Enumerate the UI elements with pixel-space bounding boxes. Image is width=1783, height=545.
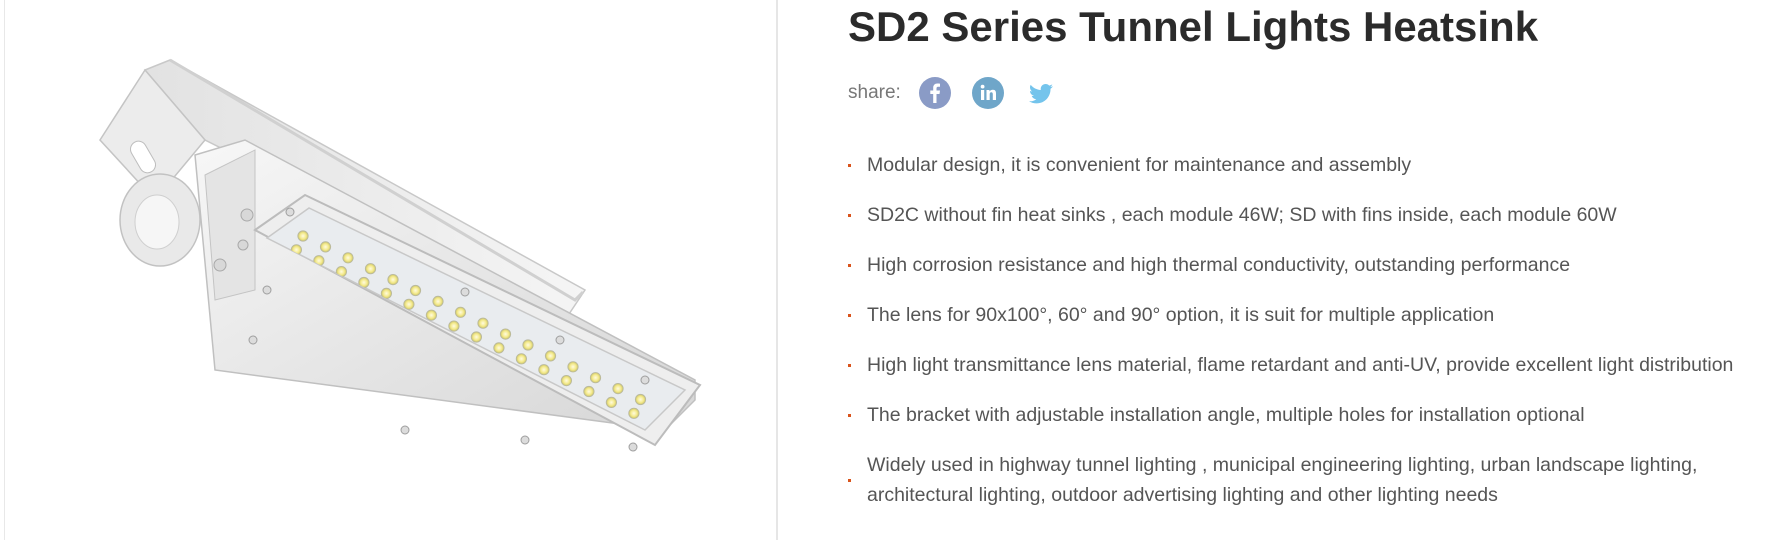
- led-chip: [448, 320, 460, 332]
- product-image-panel: [5, 0, 775, 540]
- led-chip: [425, 309, 437, 321]
- twitter-icon: [1025, 77, 1057, 109]
- bullet-icon: [848, 479, 851, 482]
- feature-text: The bracket with adjustable installation…: [867, 404, 1585, 426]
- share-bar: share:: [848, 76, 1078, 110]
- led-chip: [470, 331, 482, 343]
- led-chip: [342, 252, 354, 264]
- led-chip: [432, 295, 444, 307]
- feature-text: High light transmittance lens material, …: [867, 354, 1734, 376]
- led-chip: [609, 450, 619, 460]
- feature-item: SD2C without fin heat sinks , each modul…: [848, 200, 1778, 230]
- feature-text: SD2C without fin heat sinks , each modul…: [867, 204, 1617, 226]
- led-chip: [515, 353, 528, 365]
- product-image[interactable]: [5, 0, 775, 540]
- led-chip: [319, 241, 332, 253]
- led-chip: [511, 419, 524, 430]
- led-chip: [297, 230, 309, 242]
- led-chip: [557, 442, 567, 452]
- led-chip: [567, 361, 579, 373]
- led-chip: [535, 431, 545, 441]
- led-chip: [540, 416, 553, 428]
- led-chip: [477, 317, 489, 329]
- twitter-share-button[interactable]: [1025, 77, 1057, 109]
- product-title: SD2 Series Tunnel Lights Heatsink: [848, 3, 1539, 50]
- feature-list: Modular design, it is convenient for mai…: [848, 150, 1778, 530]
- led-chip: [602, 463, 612, 473]
- led-chip: [538, 364, 550, 376]
- led-chip: [583, 385, 595, 398]
- feature-item: High light transmittance lens material, …: [848, 350, 1778, 380]
- bullet-icon: [848, 414, 851, 417]
- feature-item: Widely used in highway tunnel lighting ,…: [848, 450, 1778, 510]
- linkedin-icon: [972, 77, 1004, 109]
- led-chip: [605, 396, 618, 408]
- led-chip: [634, 393, 647, 406]
- bullet-icon: [848, 214, 851, 217]
- linkedin-share-button[interactable]: [971, 77, 1004, 109]
- led-chip: [409, 284, 422, 297]
- led-chip: [628, 407, 640, 419]
- led-chip: [387, 273, 399, 286]
- feature-text: High corrosion resistance and high therm…: [867, 254, 1571, 276]
- bullet-icon: [848, 314, 851, 317]
- facebook-share-button[interactable]: [918, 77, 951, 109]
- led-chip: [499, 328, 512, 340]
- feature-item: High corrosion resistance and high therm…: [848, 250, 1778, 280]
- bullet-icon: [848, 364, 851, 367]
- led-chip: [612, 382, 624, 395]
- led-chip: [522, 339, 534, 351]
- led-chip: [493, 342, 505, 354]
- led-chip: [489, 408, 501, 420]
- feature-text: The lens for 90x100°, 60° and 90° option…: [867, 304, 1495, 326]
- bullet-icon: [848, 264, 851, 267]
- bullet-icon: [848, 164, 851, 167]
- led-chip: [586, 439, 596, 449]
- led-chip: [589, 372, 602, 384]
- feature-text: Widely used in highway tunnel lighting ,…: [867, 454, 1698, 506]
- led-chip: [454, 306, 467, 318]
- led-chip: [563, 427, 575, 430]
- led-chip: [616, 436, 626, 446]
- share-label: share:: [848, 82, 901, 103]
- facebook-icon: [919, 77, 951, 109]
- feature-item: The bracket with adjustable installation…: [848, 400, 1778, 430]
- feature-item: The lens for 90x100°, 60° and 90° option…: [848, 300, 1778, 330]
- vertical-divider: [776, 0, 778, 540]
- led-chip: [560, 374, 573, 387]
- led-chip: [592, 424, 604, 430]
- feature-text: Modular design, it is convenient for mai…: [867, 154, 1412, 176]
- led-chip: [544, 350, 557, 362]
- led-chip: [364, 263, 377, 275]
- led-chip: [403, 298, 415, 310]
- feature-item: Modular design, it is convenient for mai…: [848, 150, 1778, 180]
- led-chip: [580, 452, 590, 462]
